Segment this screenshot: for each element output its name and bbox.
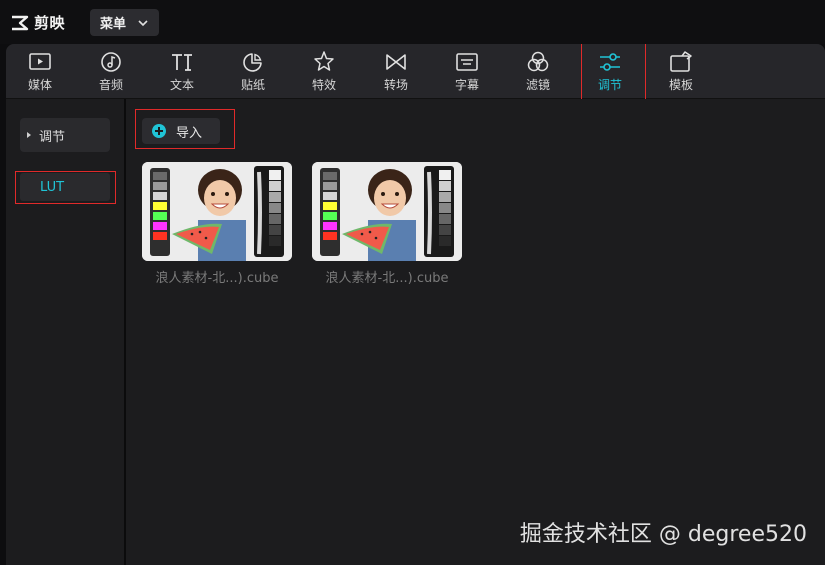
text-TI-icon — [172, 54, 192, 71]
lut-file-card[interactable]: 浪人素材-北...).cube — [312, 162, 462, 286]
sidebar-item-label: 调节 — [39, 129, 66, 145]
tab-label: 字幕 — [454, 78, 479, 92]
content-area: 导入 浪人素材-北...).cube 浪人素材-北...).cube — [128, 99, 825, 565]
tab-label: 滤镜 — [525, 78, 550, 92]
caret-right-icon — [27, 132, 31, 138]
menu-label: 菜单 — [100, 17, 127, 32]
highlight-box-lut: LUT — [15, 171, 116, 204]
tab-label: 转场 — [383, 78, 408, 92]
lut-thumbnail — [312, 162, 462, 261]
asset-toolbar: 媒体 音频 文本 贴纸 特效 转场 字幕 滤镜 调节 模板 — [6, 44, 825, 102]
tab-media[interactable]: 媒体 — [8, 47, 72, 97]
subtitle-icon — [456, 53, 478, 71]
capcut-logo-icon — [12, 15, 29, 30]
tab-label: 文本 — [169, 78, 194, 92]
tab-template[interactable]: 模板 — [649, 47, 713, 97]
import-label: 导入 — [176, 125, 203, 141]
sparkle-star-icon — [314, 51, 334, 71]
tab-transition[interactable]: 转场 — [364, 47, 428, 97]
tab-sticker[interactable]: 贴纸 — [221, 47, 285, 97]
watermark-text: 掘金技术社区 @ degree520 — [519, 522, 807, 547]
highlight-box-import: 导入 — [135, 109, 235, 149]
lut-file-card[interactable]: 浪人素材-北...).cube — [142, 162, 292, 286]
tab-filter[interactable]: 滤镜 — [506, 47, 570, 97]
lut-file-name: 浪人素材-北...).cube — [155, 271, 279, 286]
play-square-icon — [29, 53, 51, 70]
app-logo: 剪映 — [10, 12, 65, 33]
title-bar: 剪映 菜单 — [0, 0, 825, 44]
tab-label: 音频 — [98, 78, 123, 92]
sidebar-item-label: LUT — [40, 179, 65, 195]
sidebar-item-adjust[interactable]: 调节 — [20, 118, 110, 152]
girl-watermelon-thumbnail-image — [142, 162, 292, 261]
tab-text[interactable]: 文本 — [150, 47, 214, 97]
filter-circles-icon — [527, 51, 549, 72]
highlight-box-adjust — [581, 44, 646, 102]
menu-button[interactable]: 菜单 — [90, 9, 159, 36]
tab-effects[interactable]: 特效 — [292, 47, 356, 97]
chevron-down-icon — [138, 19, 148, 26]
sidebar-item-lut[interactable]: LUT — [20, 173, 110, 201]
category-sidebar: 调节 LUT — [6, 99, 126, 565]
tab-label: 模板 — [668, 78, 693, 92]
lut-thumbnail — [142, 162, 292, 261]
tab-label: 贴纸 — [240, 78, 265, 92]
girl-watermelon-thumbnail-image — [312, 162, 462, 261]
sticker-icon — [243, 53, 262, 72]
bowtie-icon — [386, 54, 406, 70]
tab-label: 特效 — [311, 78, 336, 92]
tab-label: 媒体 — [27, 78, 52, 92]
app-name: 剪映 — [34, 14, 66, 32]
tab-subtitle[interactable]: 字幕 — [435, 47, 499, 97]
lut-file-name: 浪人素材-北...).cube — [325, 271, 449, 286]
template-icon — [670, 51, 692, 72]
plus-circle-icon — [152, 124, 166, 138]
import-button[interactable]: 导入 — [142, 118, 220, 144]
tab-audio[interactable]: 音频 — [79, 47, 143, 97]
music-note-icon — [101, 52, 121, 72]
main-panel: 媒体 音频 文本 贴纸 特效 转场 字幕 滤镜 调节 模板 调节 LUT 导入 … — [6, 44, 825, 565]
